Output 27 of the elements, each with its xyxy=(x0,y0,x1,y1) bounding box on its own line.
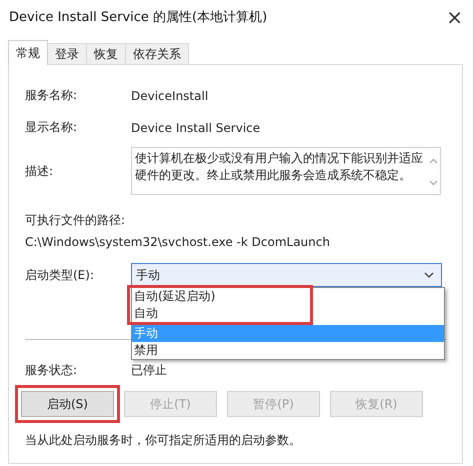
scroll-up-icon[interactable] xyxy=(428,158,438,164)
window-title: Device Install Service 的属性(本地计算机) xyxy=(9,9,268,26)
field-label: 描述: xyxy=(25,162,54,180)
hint-text: 当从此处启动服务时，你可指定所适用的启动参数。 xyxy=(25,432,302,449)
tab[interactable]: 恢复 xyxy=(86,43,126,64)
description-text: 使计算机在极少或没有用户输入的情况下能识别并适应硬件的更改。终止或禁用此服务会造成系统不稳定。 xyxy=(134,150,424,184)
action-button[interactable]: 启动(S) xyxy=(21,391,114,417)
caret-icon xyxy=(424,272,434,278)
status-value: 已停止 xyxy=(131,362,167,379)
field-label: 启动类型(E): xyxy=(25,266,95,284)
field-label: 显示名称: xyxy=(25,119,78,136)
dropdown-option[interactable]: 禁用 xyxy=(132,342,444,359)
tab[interactable]: 登录 xyxy=(47,43,87,64)
close-button[interactable]: × xyxy=(446,7,463,27)
scroll-down-icon[interactable] xyxy=(428,180,438,186)
path-value: C:\Windows\system32\svchost.exe -k DcomLaunch xyxy=(25,235,331,249)
tab[interactable]: 依存关系 xyxy=(125,43,189,64)
field-label: 服务名称: xyxy=(25,87,78,104)
startup-type-dropdown[interactable]: 手动 xyxy=(131,263,442,287)
field-label: 服务状态: xyxy=(25,362,78,379)
field-value: Device Install Service xyxy=(131,120,260,134)
description-box[interactable]: 使计算机在极少或没有用户输入的情况下能识别并适应硬件的更改。终止或禁用此服务会造成系统不稳定。 xyxy=(131,147,441,195)
dropdown-option[interactable]: 自动 xyxy=(132,305,310,322)
tab[interactable]: 常规 xyxy=(8,40,48,65)
dropdown-option[interactable]: 自动(延迟启动) xyxy=(132,288,310,305)
field-label: 可执行文件的路径: xyxy=(25,212,126,229)
field-value: DeviceInstall xyxy=(131,88,208,102)
